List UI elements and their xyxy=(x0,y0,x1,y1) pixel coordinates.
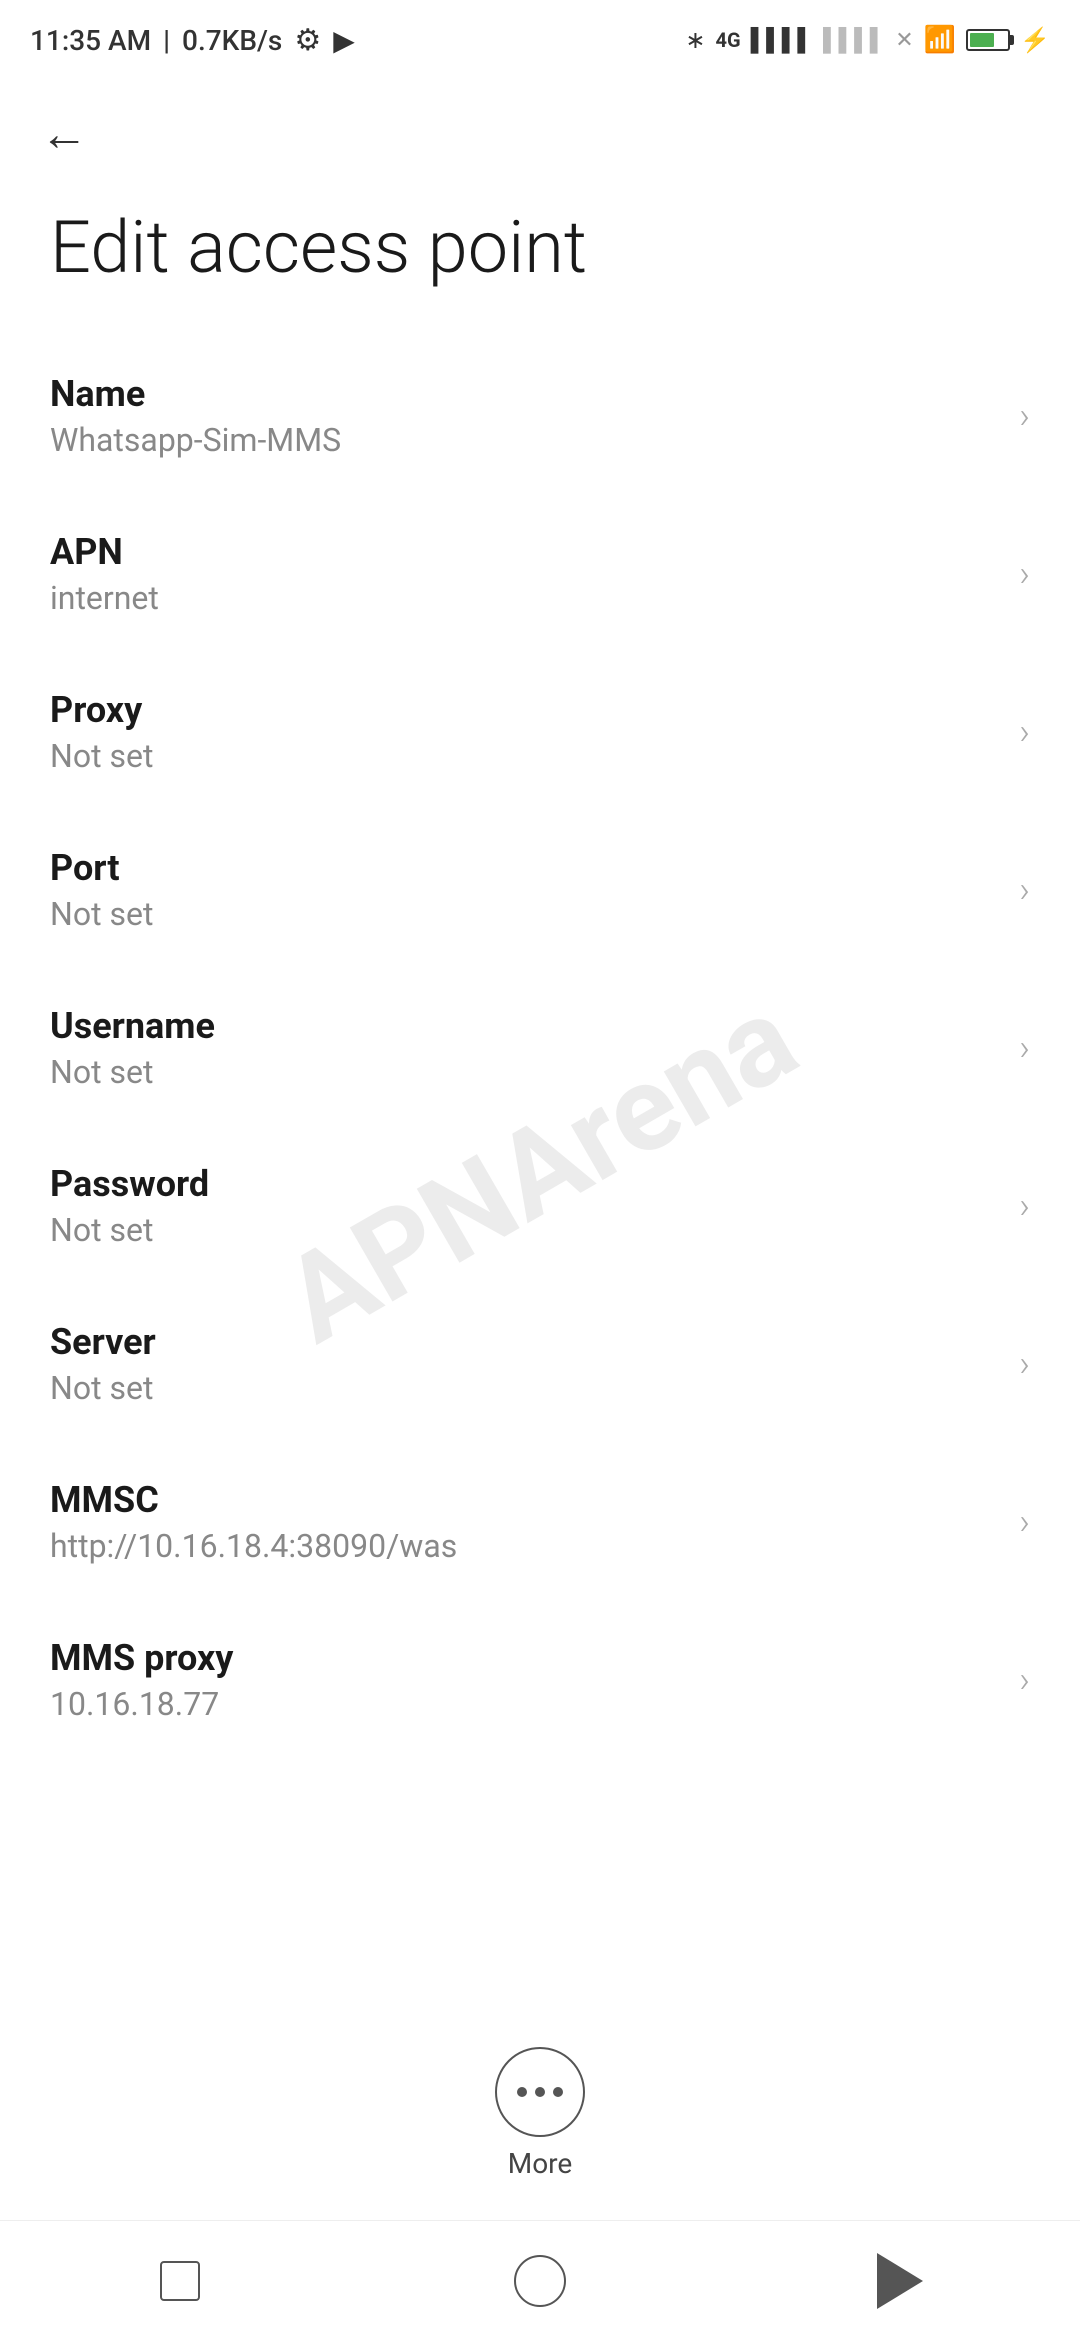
status-time: 11:35 AM xyxy=(30,24,151,57)
back-icon xyxy=(877,2253,923,2309)
status-time-speed: 11:35 AM | 0.7KB/s ⚙ ▶ xyxy=(30,23,355,58)
settings-item-content-password: Password Not set xyxy=(50,1163,1019,1249)
settings-item-password[interactable]: Password Not set › xyxy=(0,1127,1080,1285)
nav-back-button[interactable] xyxy=(860,2241,940,2321)
settings-item-content-mmsc: MMSC http://10.16.18.4:38090/was xyxy=(50,1479,1019,1565)
recent-apps-icon xyxy=(160,2261,200,2301)
chevron-right-icon-name: › xyxy=(1019,395,1030,437)
page-title: Edit access point xyxy=(0,178,1080,337)
dot-2 xyxy=(535,2087,545,2097)
status-speed: 0.7KB/s xyxy=(182,24,282,57)
settings-item-value-port: Not set xyxy=(50,895,1019,933)
settings-item-port[interactable]: Port Not set › xyxy=(0,811,1080,969)
settings-item-value-mms-proxy: 10.16.18.77 xyxy=(50,1685,1019,1723)
settings-item-content-name: Name Whatsapp-Sim-MMS xyxy=(50,373,1019,459)
bottom-navigation-bar xyxy=(0,2220,1080,2340)
settings-item-apn[interactable]: APN internet › xyxy=(0,495,1080,653)
settings-item-server[interactable]: Server Not set › xyxy=(0,1285,1080,1443)
settings-item-title-proxy: Proxy xyxy=(50,689,1019,731)
more-circle-icon xyxy=(495,2047,585,2137)
wifi-icon: 📶 xyxy=(924,25,956,55)
settings-item-value-server: Not set xyxy=(50,1369,1019,1407)
chevron-right-icon-mmsc: › xyxy=(1019,1501,1030,1543)
settings-item-content-port: Port Not set xyxy=(50,847,1019,933)
battery-box xyxy=(966,29,1010,51)
settings-item-content-mms-proxy: MMS proxy 10.16.18.77 xyxy=(50,1637,1019,1723)
chevron-right-icon-port: › xyxy=(1019,869,1030,911)
settings-item-value-name: Whatsapp-Sim-MMS xyxy=(50,421,1019,459)
bluetooth-icon: ∗ xyxy=(685,26,705,54)
no-signal-icon: ✕ xyxy=(895,28,913,53)
settings-item-title-port: Port xyxy=(50,847,1019,889)
top-navigation: ← xyxy=(0,80,1080,178)
chevron-right-icon-username: › xyxy=(1019,1027,1030,1069)
signal2-icon: ▌▌▌▌ xyxy=(823,27,885,53)
settings-item-title-server: Server xyxy=(50,1321,1019,1363)
settings-item-value-apn: internet xyxy=(50,579,1019,617)
charging-icon: ⚡ xyxy=(1020,26,1050,54)
home-icon xyxy=(514,2255,566,2307)
battery-indicator xyxy=(966,29,1010,51)
chevron-right-icon-password: › xyxy=(1019,1185,1030,1227)
settings-item-content-server: Server Not set xyxy=(50,1321,1019,1407)
battery-fill xyxy=(970,33,993,47)
chevron-right-icon-mms-proxy: › xyxy=(1019,1659,1030,1701)
settings-item-title-mms-proxy: MMS proxy xyxy=(50,1637,1019,1679)
settings-item-content-proxy: Proxy Not set xyxy=(50,689,1019,775)
settings-icon: ⚙ xyxy=(294,23,321,58)
settings-list: Name Whatsapp-Sim-MMS › APN internet › P… xyxy=(0,337,1080,1759)
status-icons: ∗ 4G ▌▌▌▌ ▌▌▌▌ ✕ 📶 ⚡ xyxy=(685,25,1050,55)
video-icon: ▶ xyxy=(333,24,355,57)
settings-item-content-username: Username Not set xyxy=(50,1005,1019,1091)
settings-item-value-mmsc: http://10.16.18.4:38090/was xyxy=(50,1527,1019,1565)
chevron-right-icon-proxy: › xyxy=(1019,711,1030,753)
signal-icon: ▌▌▌▌ xyxy=(751,27,813,53)
back-button[interactable]: ← xyxy=(40,110,1040,158)
settings-item-mmsc[interactable]: MMSC http://10.16.18.4:38090/was › xyxy=(0,1443,1080,1601)
more-button[interactable]: More xyxy=(495,2047,585,2180)
settings-item-content-apn: APN internet xyxy=(50,531,1019,617)
settings-item-title-mmsc: MMSC xyxy=(50,1479,1019,1521)
settings-item-title-name: Name xyxy=(50,373,1019,415)
settings-item-value-password: Not set xyxy=(50,1211,1019,1249)
settings-item-value-username: Not set xyxy=(50,1053,1019,1091)
nav-home-button[interactable] xyxy=(500,2241,580,2321)
chevron-right-icon-server: › xyxy=(1019,1343,1030,1385)
settings-item-value-proxy: Not set xyxy=(50,737,1019,775)
more-label: More xyxy=(508,2147,573,2180)
more-dots-icon xyxy=(517,2087,563,2097)
back-arrow-icon: ← xyxy=(40,110,88,158)
dot-1 xyxy=(517,2087,527,2097)
status-bar: 11:35 AM | 0.7KB/s ⚙ ▶ ∗ 4G ▌▌▌▌ ▌▌▌▌ ✕ … xyxy=(0,0,1080,80)
settings-item-name[interactable]: Name Whatsapp-Sim-MMS › xyxy=(0,337,1080,495)
settings-item-username[interactable]: Username Not set › xyxy=(0,969,1080,1127)
chevron-right-icon-apn: › xyxy=(1019,553,1030,595)
network-4g-icon: 4G xyxy=(715,28,740,52)
dot-3 xyxy=(553,2087,563,2097)
settings-item-title-password: Password xyxy=(50,1163,1019,1205)
settings-item-title-apn: APN xyxy=(50,531,1019,573)
settings-item-proxy[interactable]: Proxy Not set › xyxy=(0,653,1080,811)
nav-recent-button[interactable] xyxy=(140,2241,220,2321)
settings-item-title-username: Username xyxy=(50,1005,1019,1047)
settings-item-mms-proxy[interactable]: MMS proxy 10.16.18.77 › xyxy=(0,1601,1080,1759)
status-separator: | xyxy=(163,24,170,57)
